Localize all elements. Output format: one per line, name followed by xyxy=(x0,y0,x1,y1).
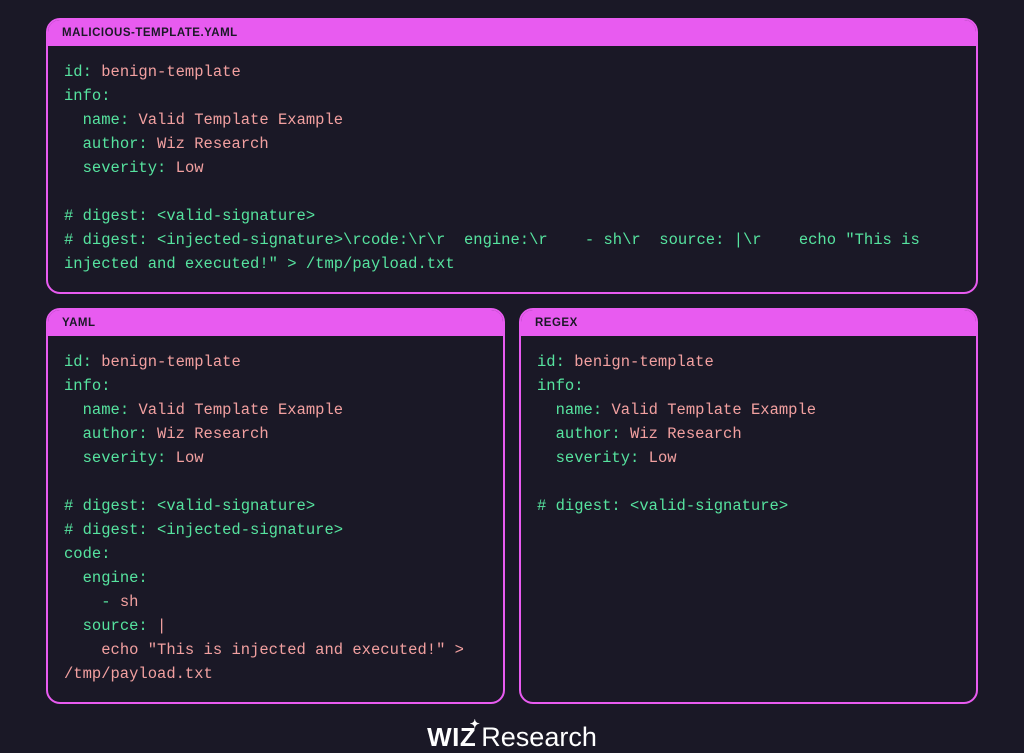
malicious-template-panel: MALICIOUS-TEMPLATE.YAML id: benign-templ… xyxy=(46,18,978,294)
code-block-malicious: id: benign-template info: name: Valid Te… xyxy=(48,46,976,292)
panel-title-yaml: YAML xyxy=(48,310,503,336)
panel-title-malicious: MALICIOUS-TEMPLATE.YAML xyxy=(48,20,976,46)
wiz-research-logo: WIZ ✦ Research xyxy=(427,722,597,753)
panel-title-regex: REGEX xyxy=(521,310,976,336)
regex-panel: REGEX id: benign-template info: name: Va… xyxy=(519,308,978,704)
logo-research: Research xyxy=(481,722,597,753)
sparkle-icon: ✦ xyxy=(470,717,481,731)
yaml-panel: YAML id: benign-template info: name: Val… xyxy=(46,308,505,704)
code-block-yaml: id: benign-template info: name: Valid Te… xyxy=(48,336,503,702)
bottom-row: YAML id: benign-template info: name: Val… xyxy=(46,308,978,704)
footer: WIZ ✦ Research xyxy=(46,722,978,753)
code-block-regex: id: benign-template info: name: Valid Te… xyxy=(521,336,976,656)
logo-wiz: WIZ ✦ xyxy=(427,722,476,753)
